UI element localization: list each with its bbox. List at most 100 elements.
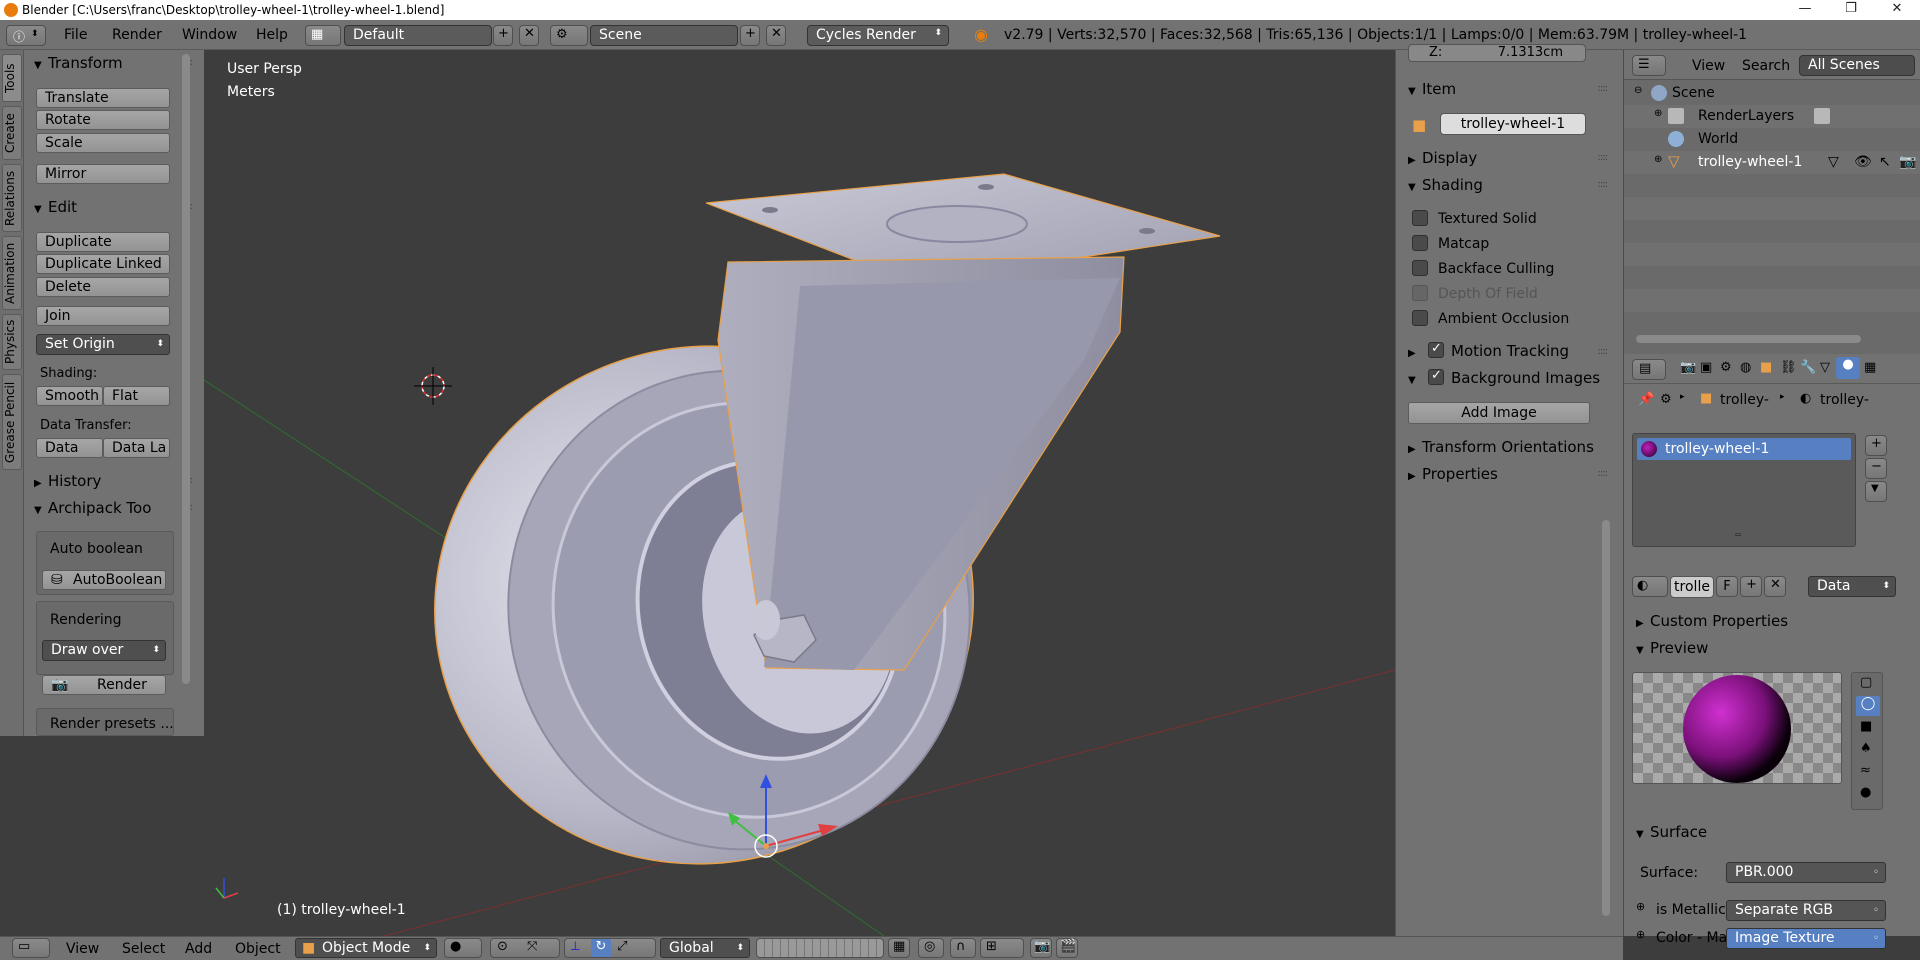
drag-grip-icon[interactable]: :::: bbox=[1598, 152, 1609, 163]
edit-panel-header[interactable]: ▼Edit :::: bbox=[34, 198, 198, 216]
menu-help[interactable]: Help bbox=[256, 27, 288, 43]
drag-grip-icon[interactable]: :::: bbox=[1598, 83, 1609, 94]
lock-layers-button[interactable]: ▦ bbox=[888, 938, 910, 958]
matcap-checkbox[interactable] bbox=[1412, 235, 1428, 251]
archipack-panel-header[interactable]: ▼Archipack Too :::: bbox=[34, 499, 198, 517]
transform-panel-header[interactable]: ▼Transform :::: bbox=[34, 54, 198, 72]
data-tab-icon[interactable]: ▽ bbox=[1820, 360, 1830, 375]
maximize-button[interactable]: ❐ bbox=[1828, 0, 1874, 20]
properties-panel-header[interactable]: ▶ Properties :::: bbox=[1408, 465, 1613, 483]
3d-viewport[interactable]: User Persp Meters (1) trolley-wheel-1 bbox=[204, 50, 1395, 936]
drag-grip-icon[interactable]: :::: bbox=[1598, 468, 1609, 479]
join-button[interactable]: Join bbox=[36, 306, 170, 326]
outliner-h-scrollbar[interactable] bbox=[1636, 335, 1861, 343]
object-tab-icon[interactable]: ■ bbox=[1760, 360, 1772, 375]
autoboolean-button[interactable]: ⛁ AutoBoolean bbox=[42, 570, 166, 590]
backface-culling-checkbox[interactable] bbox=[1412, 260, 1428, 276]
render-opengl-button[interactable]: 📷 bbox=[1030, 938, 1052, 958]
menu-window[interactable]: Window bbox=[182, 27, 237, 43]
location-z-field[interactable]: Z: 7.1313cm bbox=[1408, 44, 1586, 62]
render-button[interactable]: 📷 Render bbox=[42, 675, 166, 695]
render-opengl-animation-button[interactable]: 🎬 bbox=[1056, 938, 1078, 958]
world-tab-icon[interactable]: ◍ bbox=[1740, 360, 1751, 375]
add-material-slot-button[interactable]: + bbox=[1865, 435, 1887, 456]
outliner-editor-type-button[interactable]: ☰ bbox=[1632, 55, 1666, 76]
textured-solid-checkbox[interactable] bbox=[1412, 210, 1428, 226]
surface-panel-header[interactable]: ▼ Surface bbox=[1636, 823, 1707, 841]
tab-grease-pencil[interactable]: Grease Pencil bbox=[2, 374, 22, 470]
socket-expand-icon[interactable]: ⊕ bbox=[1636, 900, 1645, 913]
scale-button[interactable]: Scale bbox=[36, 133, 170, 153]
drag-grip-icon[interactable]: :::: bbox=[1598, 346, 1609, 357]
preview-hair-icon[interactable]: ≈ bbox=[1860, 763, 1871, 778]
browse-material-button[interactable]: ◐ bbox=[1632, 576, 1668, 597]
editor-type-button[interactable]: ⓘ ⬍ bbox=[6, 25, 46, 46]
preview-monkey-icon[interactable]: ♠ bbox=[1860, 741, 1872, 756]
preview-plane-icon[interactable]: ▢ bbox=[1860, 675, 1872, 690]
outliner-row-world[interactable]: World bbox=[1624, 128, 1920, 151]
outliner-row-trolley-wheel[interactable]: ⊕ ▽ trolley-wheel-1 ▽ 👁 ↖ 📷 bbox=[1624, 151, 1920, 174]
new-material-button[interactable]: + bbox=[1740, 576, 1762, 597]
add-layout-button[interactable]: + bbox=[493, 25, 513, 46]
outliner-menu-view[interactable]: View bbox=[1692, 58, 1725, 74]
material-slot-row[interactable]: trolley-wheel-1 bbox=[1637, 438, 1851, 460]
rotate-button[interactable]: Rotate bbox=[36, 110, 170, 130]
texture-tab-icon[interactable]: ▦ bbox=[1864, 360, 1876, 375]
delete-button[interactable]: Delete bbox=[36, 277, 170, 297]
tool-shelf-scrollbar[interactable] bbox=[182, 54, 190, 684]
outliner-row-scene[interactable]: ⊖ Scene bbox=[1624, 82, 1920, 105]
shade-smooth-button[interactable]: Smooth bbox=[36, 386, 103, 406]
snap-element-select[interactable]: ⊞ bbox=[980, 938, 1024, 958]
custom-properties-header[interactable]: ▶ Custom Properties bbox=[1636, 612, 1788, 630]
modifiers-tab-icon[interactable]: 🔧 bbox=[1800, 360, 1816, 375]
material-link-select[interactable]: Data ⬍ bbox=[1808, 576, 1896, 597]
renderable-camera-icon[interactable]: 📷 bbox=[1899, 154, 1916, 170]
render-layers-tab-icon[interactable]: ▣ bbox=[1700, 360, 1712, 375]
render-engine-select[interactable]: Cycles Render ⬍ bbox=[807, 25, 949, 46]
surface-shader-select[interactable]: PBR.000 ◦ bbox=[1726, 862, 1886, 883]
display-panel-header[interactable]: ▶ Display :::: bbox=[1408, 149, 1613, 167]
preview-cube-icon[interactable]: ■ bbox=[1860, 719, 1872, 734]
duplicate-linked-button[interactable]: Duplicate Linked bbox=[36, 254, 170, 274]
pin-icon[interactable]: 📌 bbox=[1638, 392, 1654, 407]
object-name-field[interactable]: trolley-wheel-1 bbox=[1440, 113, 1586, 135]
delete-scene-button[interactable]: ✕ bbox=[766, 25, 786, 46]
translate-button[interactable]: Translate bbox=[36, 88, 170, 108]
tab-physics[interactable]: Physics bbox=[2, 314, 22, 370]
ambient-occlusion-checkbox[interactable] bbox=[1412, 310, 1428, 326]
pivot-and-manipulator-buttons[interactable]: ⊙ ⤧ bbox=[490, 938, 560, 958]
n-panel-scrollbar[interactable] bbox=[1602, 520, 1610, 916]
preview-sphere-world-icon[interactable]: ● bbox=[1860, 785, 1871, 800]
minimize-button[interactable]: — bbox=[1782, 0, 1828, 20]
manipulator-type-buttons[interactable]: ⟂ ↻ ⤢ bbox=[564, 938, 656, 958]
snap-toggle-button[interactable]: ∩ bbox=[950, 938, 976, 958]
data-transfer-button[interactable]: Data bbox=[36, 438, 103, 458]
mirror-button[interactable]: Mirror bbox=[36, 164, 170, 184]
scene-browse-button[interactable]: ⚙ bbox=[550, 25, 588, 46]
history-panel-header[interactable]: ▶History :::: bbox=[34, 472, 198, 490]
scene-field[interactable]: Scene bbox=[590, 25, 738, 46]
add-scene-button[interactable]: + bbox=[740, 25, 760, 46]
is-metallic-select[interactable]: Separate RGB ◦ bbox=[1726, 900, 1886, 921]
data-layers-button[interactable]: Data La bbox=[103, 438, 170, 458]
mesh-data-icon[interactable]: ▽ bbox=[1828, 154, 1839, 170]
scene-tab-icon[interactable]: ⚙ bbox=[1720, 360, 1732, 375]
breadcrumb-object[interactable]: trolley- bbox=[1720, 392, 1769, 408]
tab-animation[interactable]: Animation bbox=[2, 236, 22, 310]
resize-grip-icon[interactable]: ═ bbox=[1735, 530, 1741, 541]
tab-tools[interactable]: Tools bbox=[2, 54, 22, 102]
preview-header[interactable]: ▼ Preview bbox=[1636, 639, 1708, 657]
viewport-menu-object[interactable]: Object bbox=[235, 941, 281, 957]
set-origin-select[interactable]: Set Origin ⬍ bbox=[36, 334, 170, 355]
delete-layout-button[interactable]: ✕ bbox=[519, 25, 539, 46]
drag-grip-icon[interactable]: :::: bbox=[1598, 179, 1609, 190]
visibility-eye-icon[interactable]: 👁 bbox=[1854, 154, 1872, 170]
tab-relations[interactable]: Relations bbox=[2, 164, 22, 232]
preview-sphere-icon[interactable]: ◯ bbox=[1856, 696, 1880, 716]
proportional-editing-button[interactable]: ◎ bbox=[918, 938, 944, 958]
socket-expand-icon[interactable]: ⊕ bbox=[1636, 928, 1645, 941]
interaction-mode-select[interactable]: ■ Object Mode ⬍ bbox=[295, 938, 437, 958]
shading-panel-header[interactable]: ▼ Shading :::: bbox=[1408, 176, 1613, 194]
transform-orientations-panel-header[interactable]: ▶ Transform Orientations bbox=[1408, 438, 1613, 456]
layer-buttons[interactable] bbox=[756, 938, 884, 958]
